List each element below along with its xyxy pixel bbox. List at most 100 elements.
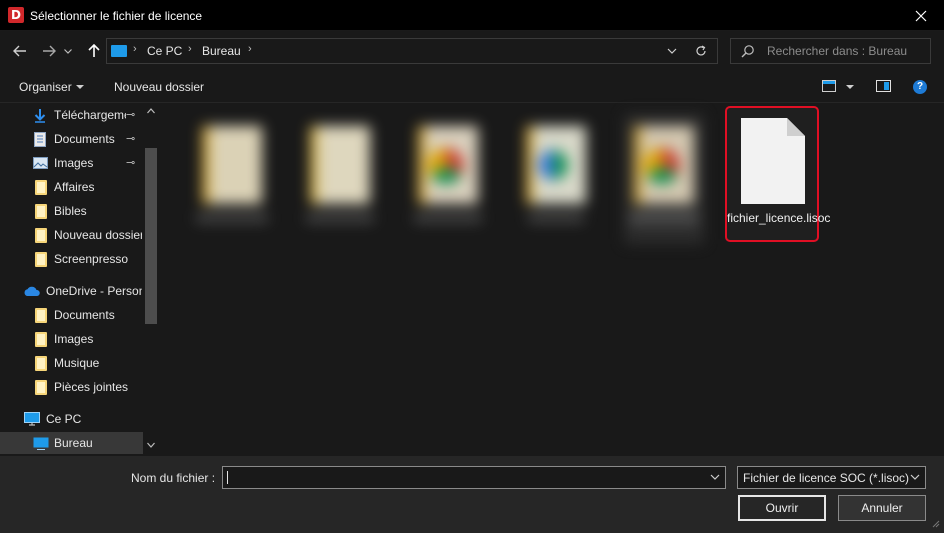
sidebar-item-telechargements[interactable]: Téléchargements ⊸ xyxy=(0,104,143,126)
sidebar-item-label: Screenpresso xyxy=(54,252,129,266)
chevron-up-icon[interactable] xyxy=(147,108,155,114)
blurred-file-item[interactable] xyxy=(400,114,496,244)
search-box[interactable] xyxy=(730,38,931,64)
title-bar: D Sélectionner le fichier de licence xyxy=(0,0,944,31)
folder-icon xyxy=(35,332,47,347)
arrow-up-icon xyxy=(88,44,100,57)
chevron-down-icon xyxy=(76,85,84,89)
blurred-file-item[interactable] xyxy=(184,114,280,244)
file-item-fichier-licence[interactable]: fichier_licence.lisoc xyxy=(725,106,830,242)
up-button[interactable] xyxy=(82,39,106,63)
folder-icon xyxy=(35,204,47,219)
sidebar-item-onedrive-documents[interactable]: Documents xyxy=(0,304,143,326)
chevron-down-icon xyxy=(667,48,677,54)
breadcrumb-ce-pc[interactable]: Ce PC xyxy=(147,44,182,58)
pin-icon: ⊸ xyxy=(126,157,136,169)
breadcrumb-separator: › xyxy=(133,43,137,55)
search-icon xyxy=(741,45,754,58)
scrollbar-thumb[interactable] xyxy=(145,148,157,324)
sidebar-item-pieces-jointes[interactable]: Pièces jointes xyxy=(0,376,143,398)
sidebar-item-label: Images xyxy=(54,332,94,346)
open-button[interactable]: Ouvrir xyxy=(738,495,826,521)
sidebar-item-documents[interactable]: Documents ⊸ xyxy=(0,128,143,150)
sidebar-item-affaires[interactable]: Affaires xyxy=(0,176,143,198)
sidebar-item-musique[interactable]: Musique xyxy=(0,352,143,374)
forward-button[interactable] xyxy=(37,39,61,63)
arrow-left-icon xyxy=(13,45,26,57)
sidebar-scrollbar[interactable] xyxy=(143,104,159,456)
pin-icon: ⊸ xyxy=(126,109,136,121)
sidebar-item-label: Affaires xyxy=(54,180,95,194)
download-icon xyxy=(34,109,46,123)
filename-input[interactable] xyxy=(222,466,726,489)
preview-pane-icon[interactable] xyxy=(876,80,891,92)
search-input[interactable] xyxy=(767,43,927,59)
refresh-icon xyxy=(696,45,706,56)
window-title: Sélectionner le fichier de licence xyxy=(30,9,203,23)
sidebar-item-nouveau-dossier[interactable]: Nouveau dossier xyxy=(0,224,143,246)
folder-icon xyxy=(35,228,47,243)
navigation-bar: › Ce PC › Bureau › xyxy=(0,31,944,71)
cloud-icon xyxy=(24,286,40,296)
sidebar-item-label: Téléchargements xyxy=(54,108,126,122)
sidebar-item-bibles[interactable]: Bibles xyxy=(0,200,143,222)
sidebar-item-label: Documents xyxy=(54,132,115,146)
view-options-icon[interactable] xyxy=(822,80,836,92)
sidebar-item-onedrive-images[interactable]: Images xyxy=(0,328,143,350)
filename-label: Nom du fichier : xyxy=(131,471,216,485)
sidebar-item-label: Bibles xyxy=(54,204,87,218)
chevron-down-icon[interactable] xyxy=(147,442,155,448)
address-history-button[interactable] xyxy=(663,42,681,60)
chevron-down-icon xyxy=(910,474,920,480)
file-type-select[interactable]: Fichier de licence SOC (*.lisoc) xyxy=(737,466,926,489)
breadcrumb-bureau[interactable]: Bureau xyxy=(202,44,241,58)
breadcrumb-separator: › xyxy=(188,43,192,55)
sidebar-item-label: Ce PC xyxy=(46,412,82,426)
folder-icon xyxy=(35,380,47,395)
resize-grip-icon[interactable] xyxy=(930,518,940,528)
sidebar-item-onedrive[interactable]: OneDrive - Personnel xyxy=(0,280,143,302)
pin-icon: ⊸ xyxy=(126,133,136,145)
chevron-down-icon xyxy=(64,48,72,54)
sidebar-item-bureau[interactable]: Bureau xyxy=(0,432,143,454)
blurred-file-item[interactable] xyxy=(292,114,388,244)
sidebar-item-label: Bureau xyxy=(54,436,93,450)
image-icon xyxy=(33,157,48,169)
blurred-file-item[interactable] xyxy=(508,114,604,244)
address-bar[interactable]: › Ce PC › Bureau › xyxy=(106,38,718,64)
back-button[interactable] xyxy=(8,39,32,63)
document-icon xyxy=(34,132,46,147)
chevron-down-icon[interactable] xyxy=(846,85,854,89)
sidebar-item-label: Documents xyxy=(54,308,115,322)
cancel-button[interactable]: Annuler xyxy=(838,495,926,521)
desktop-icon xyxy=(33,437,49,450)
app-logo-icon: D xyxy=(8,7,24,23)
sidebar-item-ce-pc[interactable]: Ce PC xyxy=(0,408,143,430)
computer-icon xyxy=(24,412,40,426)
sidebar-item-label: Nouveau dossier xyxy=(54,228,142,242)
text-cursor xyxy=(227,471,228,484)
organize-button[interactable]: Organiser xyxy=(19,80,72,94)
sidebar-item-label: Pièces jointes xyxy=(54,380,129,394)
sidebar-item-label: Images xyxy=(54,156,94,170)
sidebar-item-label: Musique xyxy=(54,356,100,370)
close-icon xyxy=(915,10,927,21)
folder-icon xyxy=(35,308,47,323)
new-folder-button[interactable]: Nouveau dossier xyxy=(114,80,204,94)
desktop-icon xyxy=(111,45,127,57)
file-type-value: Fichier de licence SOC (*.lisoc) xyxy=(743,471,910,485)
navigation-pane: Téléchargements ⊸ Documents ⊸ Images ⊸ A… xyxy=(0,104,159,456)
chevron-down-icon[interactable] xyxy=(710,474,720,480)
file-list[interactable]: fichier_licence.lisoc xyxy=(160,104,944,456)
help-icon[interactable]: ? xyxy=(913,80,927,94)
recent-locations-button[interactable] xyxy=(60,39,76,63)
sidebar-item-screenpresso[interactable]: Screenpresso xyxy=(0,248,143,270)
breadcrumb-separator: › xyxy=(248,43,252,55)
blank-file-icon xyxy=(741,118,805,204)
blurred-file-item[interactable] xyxy=(616,114,712,244)
sidebar-item-images[interactable]: Images ⊸ xyxy=(0,152,143,174)
sidebar-item-label: OneDrive - Personnel xyxy=(46,284,142,298)
folder-icon xyxy=(35,252,47,267)
refresh-button[interactable] xyxy=(692,42,710,60)
close-button[interactable] xyxy=(898,0,944,31)
